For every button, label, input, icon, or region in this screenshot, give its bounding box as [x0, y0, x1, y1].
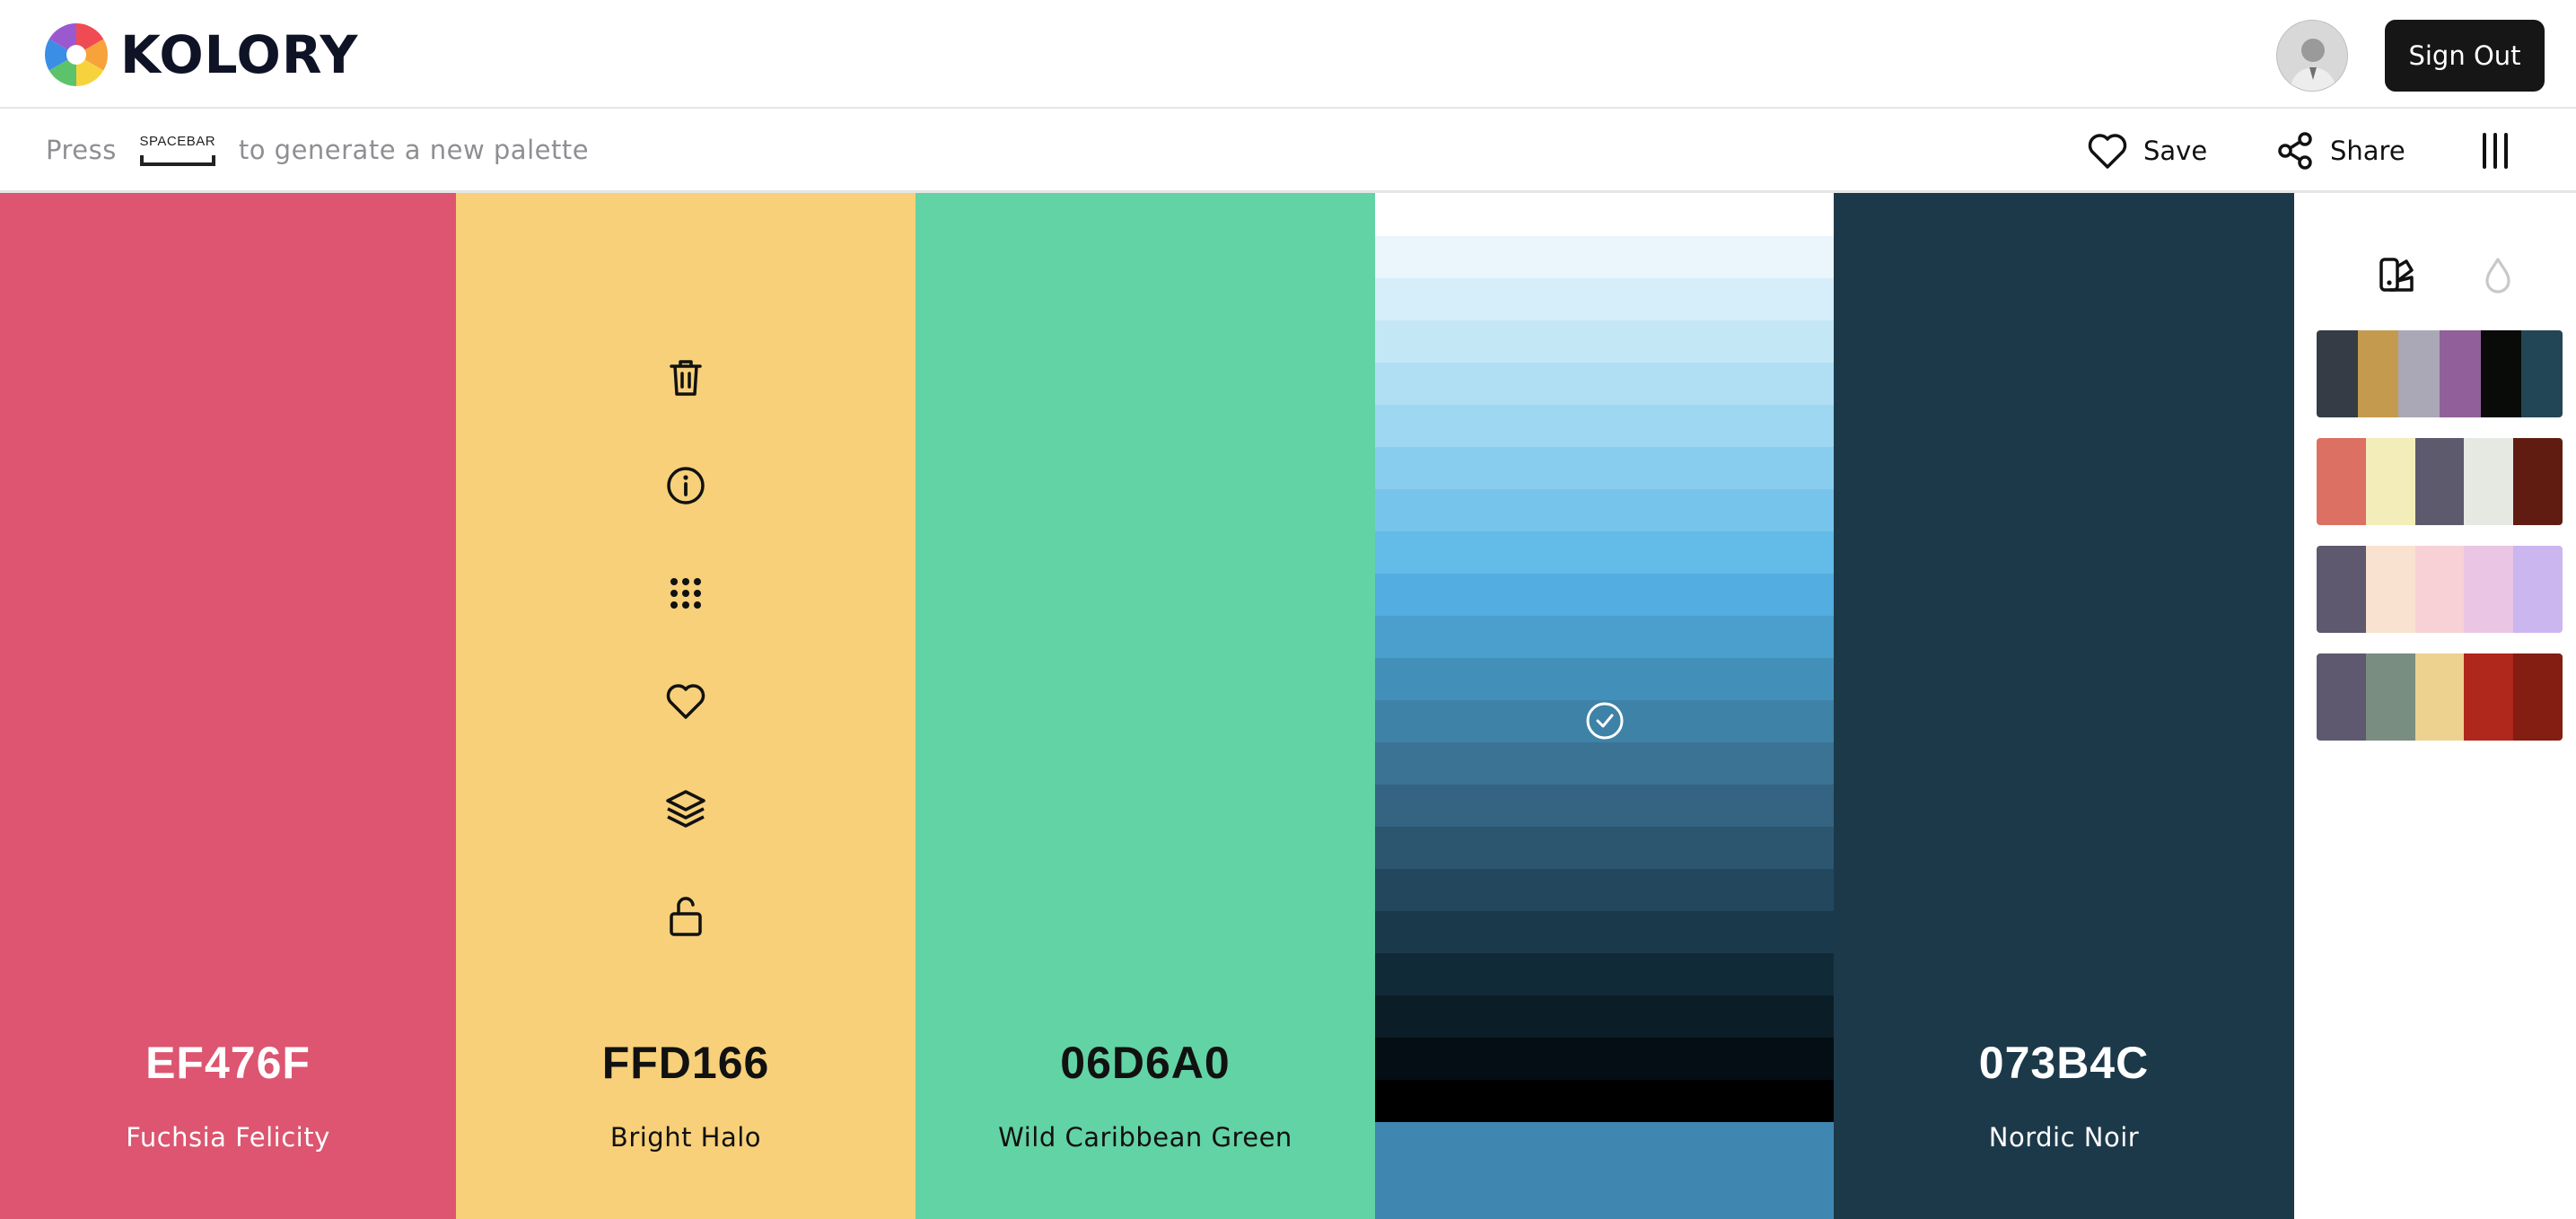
palette-swatch	[2317, 546, 2366, 633]
suggested-palette[interactable]	[2317, 330, 2563, 417]
shade-swatch[interactable]	[1375, 953, 1834, 995]
palette-column-2[interactable]: FFD166 Bright Halo	[456, 193, 916, 1219]
columns-menu-icon	[2483, 133, 2508, 169]
shades-picker	[1375, 193, 1834, 1122]
palette-swatch	[2365, 546, 2415, 633]
color-hex-code[interactable]: 073B4C	[1834, 1037, 2294, 1089]
hint-press-text: Press	[46, 135, 117, 165]
share-icon	[2278, 132, 2312, 170]
shade-swatch[interactable]	[1375, 363, 1834, 405]
check-circle-icon	[1586, 702, 1624, 740]
palette-swatch	[2464, 546, 2514, 633]
color-hex-code[interactable]: FFD166	[456, 1037, 916, 1089]
shade-swatch[interactable]	[1375, 447, 1834, 489]
palettes-tab[interactable]	[2370, 249, 2424, 303]
suggested-palette[interactable]	[2317, 653, 2563, 741]
shade-swatch[interactable]	[1375, 489, 1834, 531]
shade-swatch[interactable]	[1375, 531, 1834, 574]
palette-swatch	[2317, 653, 2366, 741]
color-name: Wild Caribbean Green	[998, 1122, 1292, 1153]
palette-swatch	[2365, 653, 2415, 741]
lock-color-button[interactable]	[662, 893, 709, 940]
palette-tab-icon	[2379, 258, 2414, 292]
shade-swatch[interactable]	[1375, 785, 1834, 827]
shade-swatch[interactable]	[1375, 616, 1834, 658]
save-button[interactable]: Save	[2086, 127, 2207, 175]
share-button[interactable]: Share	[2274, 127, 2405, 175]
shade-swatch[interactable]	[1375, 827, 1834, 869]
palette-swatch	[2398, 330, 2440, 417]
color-name: Nordic Noir	[1988, 1122, 2140, 1153]
columns-menu-button[interactable]	[2477, 127, 2528, 175]
palette-swatch	[2317, 330, 2358, 417]
shade-swatch[interactable]	[1375, 742, 1834, 785]
palette-swatch	[2365, 438, 2415, 525]
shade-swatch[interactable]	[1375, 911, 1834, 953]
color-wheel-logo-icon	[45, 23, 108, 86]
shade-swatch[interactable]	[1375, 658, 1834, 700]
shades-top-gap	[1375, 193, 1834, 236]
grid-dots-icon	[670, 578, 701, 609]
drag-handle[interactable]	[662, 570, 709, 617]
info-icon	[667, 467, 705, 504]
favorite-color-button[interactable]	[662, 678, 709, 724]
share-label: Share	[2330, 136, 2405, 166]
shade-swatch[interactable]	[1375, 236, 1834, 278]
unlock-icon	[670, 897, 702, 936]
color-name: Bright Halo	[609, 1122, 762, 1153]
shade-swatch[interactable]	[1375, 995, 1834, 1038]
save-label: Save	[2143, 136, 2208, 166]
palette-swatch	[2414, 653, 2465, 741]
color-hex-code[interactable]: EF476F	[0, 1037, 456, 1089]
delete-color-button[interactable]	[662, 355, 709, 401]
heart-icon	[666, 684, 705, 719]
shade-swatch[interactable]	[1375, 278, 1834, 320]
spacebar-key-label: SPACEBAR	[139, 134, 216, 149]
color-name: Fuchsia Felicity	[126, 1122, 330, 1153]
brand-name: KOLORY	[120, 24, 359, 85]
shade-swatch[interactable]	[1375, 405, 1834, 447]
palette-swatch	[2480, 330, 2522, 417]
suggested-palette[interactable]	[2317, 438, 2563, 525]
color-info-button[interactable]	[662, 462, 709, 509]
palette-swatch	[2464, 653, 2514, 741]
toolbar: Press SPACEBAR to generate a new palette…	[0, 109, 2576, 193]
palette-swatch	[2513, 546, 2563, 633]
palette-swatch	[2513, 653, 2563, 741]
palette-swatch	[2464, 438, 2514, 525]
palette-column-3[interactable]: 06D6A0 Wild Caribbean Green	[916, 193, 1375, 1219]
palette-swatch	[2440, 330, 2481, 417]
trash-icon	[670, 360, 702, 396]
palette-column-5[interactable]: 073B4C Nordic Noir	[1834, 193, 2294, 1219]
palette-suggestions-panel	[2294, 193, 2576, 1219]
shade-swatch[interactable]	[1375, 320, 1834, 363]
shade-swatch[interactable]	[1375, 869, 1834, 911]
palette-swatch	[2357, 330, 2399, 417]
logo[interactable]: KOLORY	[45, 23, 358, 86]
sign-out-button[interactable]: Sign Out	[2385, 20, 2545, 92]
palette-swatch	[2317, 438, 2366, 525]
hint-rest-text: to generate a new palette	[238, 135, 590, 165]
spacebar-hint: Press SPACEBAR to generate a new palette	[46, 130, 589, 170]
avatar-portrait-icon	[2277, 21, 2347, 91]
spacebar-key-icon: SPACEBAR	[138, 132, 217, 168]
user-avatar[interactable]	[2276, 20, 2348, 92]
view-shades-button[interactable]	[662, 785, 709, 832]
palette-column-1[interactable]: EF476F Fuchsia Felicity	[0, 193, 456, 1219]
shade-swatch[interactable]	[1375, 1080, 1834, 1122]
palette-swatch	[2414, 438, 2465, 525]
shades-tab[interactable]	[2471, 249, 2525, 303]
heart-icon	[2088, 134, 2127, 169]
suggested-palette[interactable]	[2317, 546, 2563, 633]
drop-tab-icon	[2485, 258, 2510, 294]
shade-swatch[interactable]	[1375, 1038, 1834, 1080]
palette-swatch	[2513, 438, 2563, 525]
app-header: KOLORY Sign Out	[0, 0, 2576, 109]
shade-swatch[interactable]	[1375, 574, 1834, 616]
color-hex-code[interactable]: 06D6A0	[916, 1037, 1375, 1089]
layers-icon	[666, 790, 705, 828]
palette-swatch	[2521, 330, 2563, 417]
palette-swatch	[2414, 546, 2465, 633]
